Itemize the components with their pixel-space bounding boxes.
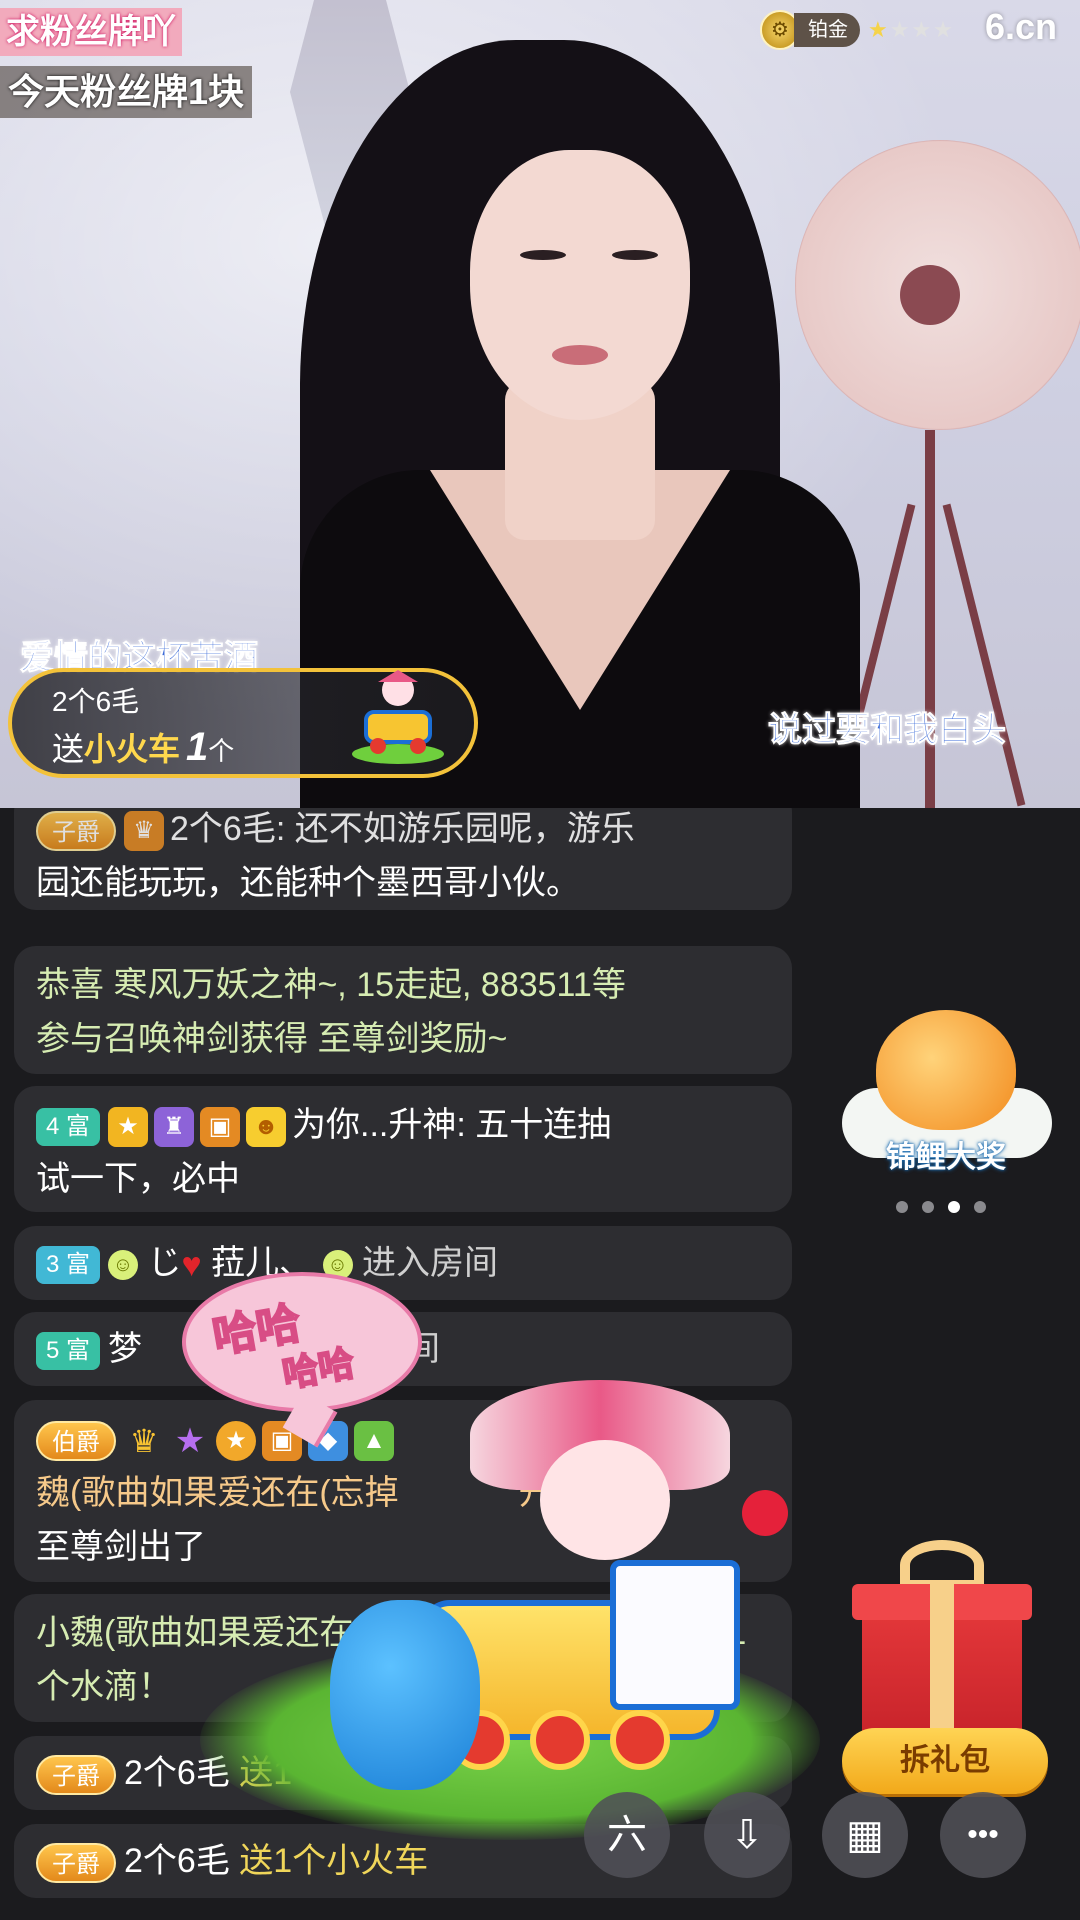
train-wheel [530,1710,590,1770]
video-stream[interactable]: 求粉丝牌吖 今天粉丝牌1块 ⚙ 铂金 ★★★★ 6.cn 爱情的这杯苦酒 说过要… [0,0,1080,808]
heart-icon: ♥ [181,1246,202,1285]
username: 梦 [108,1330,143,1368]
box-ribbon [930,1584,954,1740]
star-icon: ★ [868,17,890,42]
chat-text: 为你...升神: 五十连抽 [292,1106,612,1144]
koi-fish-icon [876,1010,1016,1130]
gift-message: 子爵 2个6毛 送1个小火车 [14,1824,792,1898]
gift-line: 送小火车 1个 [52,724,234,770]
host-face [470,150,690,420]
noble-badge: 伯爵 [36,1421,116,1462]
car-badge-icon: ▣ [200,1107,241,1148]
pager-dot [896,1201,908,1213]
system-text: 恭喜 寒风万妖之神~, 15走起, 883511等 [36,966,626,1004]
chat-message: 4 富 ★ ♜ ▣ ☻ 为你...升神: 五十连抽 试一下，必中 [14,1086,792,1212]
lyric-line-right: 说过要和我白头 [768,711,1007,750]
more-icon: ••• [967,1818,999,1851]
rank-label: 铂金 [794,13,860,47]
chat-message: 子爵 ♛ 2个6毛: 还不如游乐园呢，游乐 园还能玩玩，还能种个墨西哥小伙。 [14,808,792,910]
site-logo: 6.cn [985,6,1058,47]
smile-icon: ☺ [108,1250,139,1281]
liu-logo-icon: 六 [607,1813,647,1857]
gift-verb: 送 [52,731,85,767]
jester-face [540,1440,670,1560]
koi-prize-label: 锦鲤大奖 [886,1141,1006,1174]
star-empty-icon: ★★★ [889,17,955,42]
live-room: 求粉丝牌吖 今天粉丝牌1块 ⚙ 铂金 ★★★★ 6.cn 爱情的这杯苦酒 说过要… [0,0,1080,1920]
star-badge-icon: ★ [108,1107,149,1148]
pager-dot-active [948,1201,960,1213]
gift-sender: 2个6毛 [52,686,140,717]
share-button[interactable]: 六 [584,1792,670,1878]
fan-badge-request: 求粉丝牌吖 [0,8,182,56]
noble-icon: ♛ [124,811,164,852]
jester-character [470,1380,730,1620]
open-gift-pack-button[interactable]: 拆礼包 [842,1728,1048,1794]
pager-dot [922,1201,934,1213]
fan-hub [900,265,960,325]
grid-icon: ▦ [846,1813,884,1857]
download-button[interactable]: ⇩ [704,1792,790,1878]
gift-unit: 个 [208,736,235,766]
system-text: 参与召唤神剑获得 至尊剑奖励~ [36,1020,508,1058]
chat-text: 2个6毛: 还不如游乐园呢，游乐 [170,810,635,848]
rank-stars: ★★★★ [868,17,955,43]
jester-bell [742,1490,788,1536]
koi-prize-widget[interactable]: 锦鲤大奖 [836,1010,1056,1190]
train-gift-icon [352,670,444,764]
download-icon: ⇩ [730,1813,764,1857]
noble-badge: 子爵 [36,811,116,852]
apps-grid-button[interactable]: ▦ [822,1792,908,1878]
wealth-level-badge: 4 富 [36,1108,101,1147]
noble-badge: 子爵 [36,1755,116,1796]
system-text: 小魏(歌曲如果爱还在 [36,1614,354,1652]
elephant-character [330,1600,480,1790]
crown-icon: ♛ [129,1423,159,1460]
gift-count: 1 [186,725,209,769]
box-bow [900,1540,984,1590]
noble-badge: 子爵 [36,1843,116,1884]
username: じ [147,1244,182,1282]
train-wheel [610,1710,670,1770]
wealth-level-badge: 3 富 [36,1246,101,1285]
host-eye [612,250,658,260]
guard-badge-icon: ♜ [154,1107,195,1148]
entry-action-text: 进入房间 [362,1244,499,1282]
more-button[interactable]: ••• [940,1792,1026,1878]
pager-dot [974,1201,986,1213]
username: 魏(歌曲如果爱还在(忘掉 [36,1474,399,1512]
host-eye [520,250,566,260]
fan-badge-price: 今天粉丝牌1块 [0,66,253,118]
anchor-rank[interactable]: ⚙ 铂金 ★★★★ [760,10,955,50]
host-lips [552,345,608,365]
gift-name: 小火车 [84,731,181,767]
fan-stand [925,430,935,808]
level-badge-icon: ▲ [354,1421,394,1462]
banner-pager [896,1201,986,1213]
entry-message: 3 富 ☺ じ♥ 菈儿、 ☺ 进入房间 [14,1226,792,1300]
gift-box-icon[interactable] [852,1540,1032,1740]
username: 2个6毛 [124,1842,230,1880]
chat-text: 试一下，必中 [36,1160,240,1198]
wealth-level-badge: 5 富 [36,1332,101,1371]
purple-star-icon: ★ [174,1422,206,1461]
system-message: 恭喜 寒风万妖之神~, 15走起, 883511等 参与召唤神剑获得 至尊剑奖励… [14,946,792,1074]
gift-action-text: 送1个小火车 [239,1842,429,1880]
chat-text: 园还能玩玩，还能种个墨西哥小伙。 [36,864,580,902]
medal-icon: ★ [216,1421,256,1462]
user-badge-icon: ☻ [246,1107,287,1148]
